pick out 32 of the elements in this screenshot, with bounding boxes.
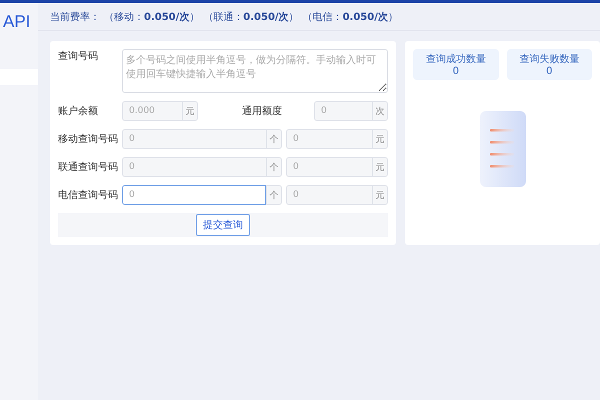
logo: API <box>2 11 32 33</box>
submit-button[interactable]: 提交查询 <box>196 214 250 236</box>
numbers-input-field[interactable]: 多个号码之间使用半角逗号，做为分隔符。手动输入时可使用回车键快捷输入半角逗号 <box>122 49 388 93</box>
rate-text: （电信：0.050/次） <box>302 10 398 24</box>
unit-label: 元 <box>372 185 388 205</box>
field-label: 查询号码 <box>58 50 99 63</box>
unit-label: 元 <box>372 157 388 177</box>
cost-field[interactable]: 0 <box>286 157 372 177</box>
stat-value: 0 <box>452 66 459 77</box>
stat-value: 0 <box>546 66 552 77</box>
unit-label: 元 <box>182 101 198 121</box>
balance-field[interactable]: 0.000 <box>122 101 182 121</box>
stat-label: 查询成功数量 <box>426 52 486 66</box>
field-label: 移动查询号码 <box>58 132 118 146</box>
quota-field[interactable]: 0 <box>314 101 372 121</box>
stat-label: 查询失败数量 <box>519 52 580 66</box>
cost-field[interactable]: 0 <box>286 185 372 205</box>
field-label: 电信查询号码 <box>58 188 118 202</box>
unit-label: 个 <box>266 157 282 177</box>
unit-label: 个 <box>266 185 282 205</box>
rate-text: （联通：0.050/次） <box>203 10 299 24</box>
number-count-field[interactable]: 0 <box>122 185 266 205</box>
field-label: 联通查询号码 <box>58 160 118 174</box>
unit-label: 个 <box>266 129 282 149</box>
rate-label: 当前费率： <box>50 10 100 24</box>
cost-field[interactable]: 0 <box>286 129 372 149</box>
rate-text: （移动：0.050/次） <box>104 10 200 24</box>
field-label: 通用额度 <box>242 104 283 118</box>
unit-label: 元 <box>372 129 388 149</box>
unit-label: 次 <box>372 101 388 121</box>
field-label: 账户余额 <box>58 104 99 118</box>
document-icon <box>480 110 526 186</box>
